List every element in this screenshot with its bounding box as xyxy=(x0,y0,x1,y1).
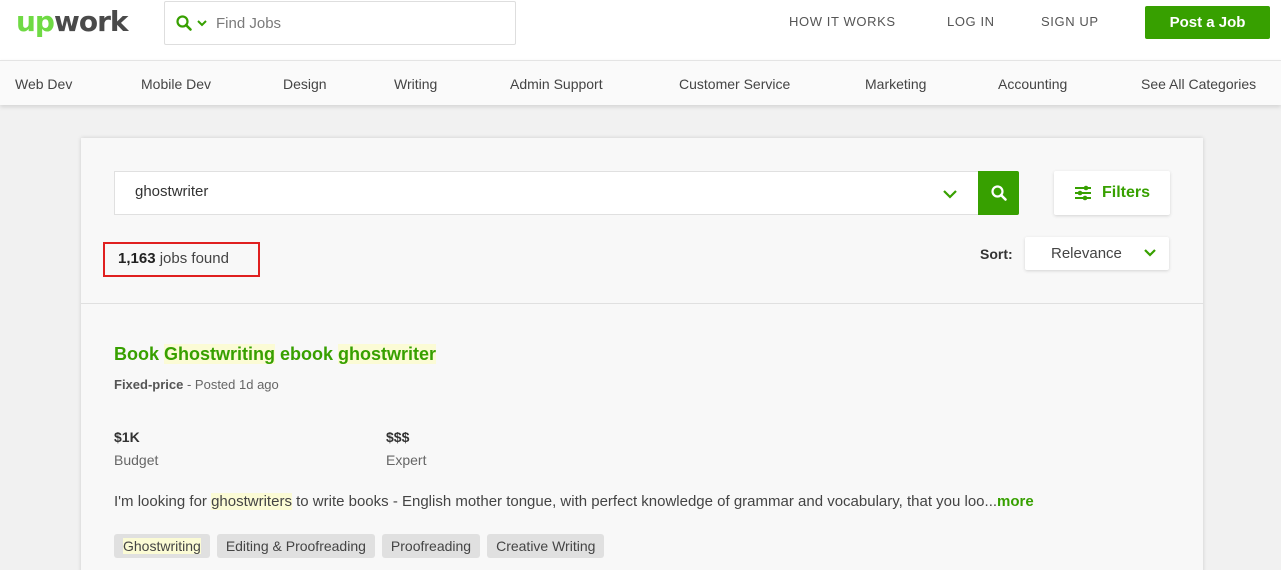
more-link[interactable]: more xyxy=(997,493,1034,510)
category-see-all[interactable]: See All Categories xyxy=(1141,76,1256,92)
category-accounting[interactable]: Accounting xyxy=(998,76,1067,92)
budget-label: Budget xyxy=(114,452,159,468)
job-title-link[interactable]: Book Ghostwriting ebook ghostwriter xyxy=(114,344,437,365)
sliders-icon xyxy=(1074,185,1091,201)
sort-label: Sort: xyxy=(980,246,1013,262)
category-customer-service[interactable]: Customer Service xyxy=(679,76,790,92)
filters-button[interactable]: Filters xyxy=(1054,171,1170,215)
job-meta: Fixed-price - Posted 1d ago xyxy=(114,377,279,392)
divider xyxy=(81,303,1203,304)
skill-tag[interactable]: Proofreading xyxy=(381,534,481,558)
jobs-count: 1,163 xyxy=(118,250,156,267)
find-jobs-search[interactable] xyxy=(164,1,516,45)
level-label: Expert xyxy=(386,452,427,468)
job-search-bar[interactable] xyxy=(114,171,978,215)
category-web-dev[interactable]: Web Dev xyxy=(15,76,72,92)
skill-tag[interactable]: Ghostwriting xyxy=(114,534,210,558)
find-jobs-input[interactable] xyxy=(216,14,496,32)
post-a-job-button[interactable]: Post a Job xyxy=(1145,6,1270,39)
skill-tags: Ghostwriting Editing & Proofreading Proo… xyxy=(114,534,605,558)
search-results-card: Filters 1,163 jobs found Sort: Relevance… xyxy=(81,138,1203,570)
category-admin-support[interactable]: Admin Support xyxy=(510,76,603,92)
sort-value: Relevance xyxy=(1051,245,1122,262)
search-icon xyxy=(990,185,1007,201)
sort-dropdown[interactable]: Relevance xyxy=(1025,237,1169,270)
category-mobile-dev[interactable]: Mobile Dev xyxy=(141,76,211,92)
how-it-works-link[interactable]: HOW IT WORKS xyxy=(789,14,896,30)
category-writing[interactable]: Writing xyxy=(394,76,437,92)
chevron-down-icon[interactable] xyxy=(196,17,208,29)
log-in-link[interactable]: LOG IN xyxy=(947,14,995,30)
jobs-count-suffix: jobs found xyxy=(159,250,229,267)
budget-value: $1K xyxy=(114,429,140,445)
job-type: Fixed-price xyxy=(114,377,184,392)
job-posted: - Posted 1d ago xyxy=(183,377,279,392)
job-description: I'm looking for ghostwriters to write bo… xyxy=(114,493,1034,510)
category-design[interactable]: Design xyxy=(283,76,327,92)
sign-up-link[interactable]: SIGN UP xyxy=(1041,14,1099,30)
search-icon[interactable] xyxy=(175,14,193,32)
category-nav: Web Dev Mobile Dev Design Writing Admin … xyxy=(0,60,1281,105)
upwork-logo[interactable]: upwork xyxy=(16,4,129,40)
level-value: $$$ xyxy=(386,429,410,445)
chevron-down-icon xyxy=(1144,249,1156,257)
skill-tag[interactable]: Editing & Proofreading xyxy=(216,534,375,558)
skill-tag[interactable]: Creative Writing xyxy=(487,534,605,558)
filters-label: Filters xyxy=(1101,184,1150,201)
category-marketing[interactable]: Marketing xyxy=(865,76,926,92)
jobs-found-count: 1,163 jobs found xyxy=(103,242,260,277)
chevron-down-icon[interactable] xyxy=(942,186,958,202)
search-submit-button[interactable] xyxy=(978,171,1019,215)
job-search-input[interactable] xyxy=(135,183,915,200)
top-header: upwork HOW IT WORKS LOG IN SIGN UP Post … xyxy=(0,0,1281,60)
